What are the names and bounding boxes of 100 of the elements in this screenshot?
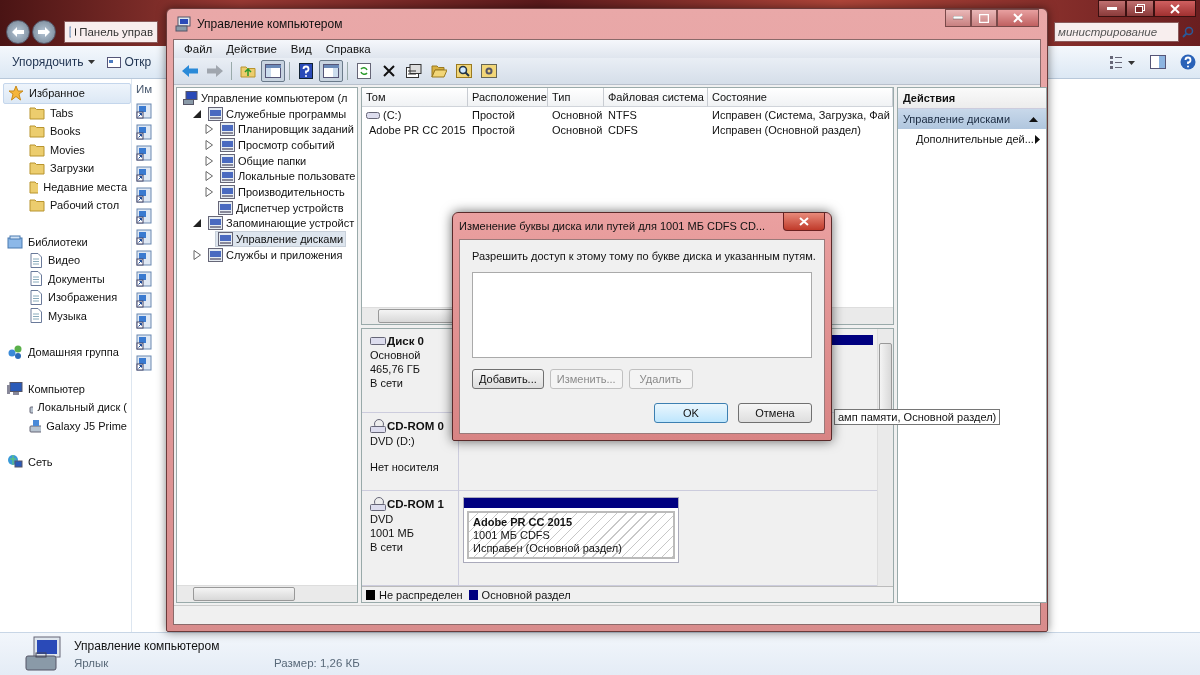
shortcut-icon[interactable] bbox=[136, 145, 152, 161]
nav-item[interactable]: Загрузки bbox=[3, 159, 131, 178]
action-item[interactable]: Дополнительные дей... bbox=[897, 129, 1046, 149]
tree-item[interactable]: Службы и приложения bbox=[205, 246, 346, 263]
open-button[interactable]: Откр bbox=[105, 51, 154, 73]
nav-item[interactable]: Books bbox=[3, 122, 131, 141]
column-header[interactable]: Файловая система bbox=[604, 88, 708, 107]
nav-item[interactable]: Недавние места bbox=[3, 177, 131, 196]
menu-item[interactable]: Действие bbox=[220, 42, 283, 56]
back-button[interactable] bbox=[6, 20, 30, 44]
tree-item[interactable]: Локальные пользовате bbox=[217, 168, 359, 185]
close-button[interactable] bbox=[997, 9, 1039, 27]
computer-icon bbox=[7, 381, 23, 396]
close-icon bbox=[1013, 13, 1023, 23]
organize-button[interactable]: Упорядочить bbox=[4, 51, 104, 73]
nav-item[interactable]: Музыка bbox=[3, 306, 131, 325]
shortcut-icon[interactable] bbox=[136, 166, 152, 182]
expander-icon[interactable] bbox=[192, 108, 202, 119]
column-header[interactable]: Расположение bbox=[468, 88, 548, 107]
shortcut-icon[interactable] bbox=[136, 187, 152, 203]
column-header[interactable]: Том bbox=[362, 88, 468, 107]
nav-group-item[interactable]: Компьютер bbox=[3, 379, 131, 398]
close-button[interactable] bbox=[783, 213, 825, 231]
nav-item[interactable]: Movies bbox=[3, 140, 131, 159]
toolbar-button[interactable] bbox=[261, 60, 285, 82]
shortcut-icon[interactable] bbox=[136, 271, 152, 287]
toolbar-button[interactable] bbox=[319, 60, 343, 82]
magnifier-icon bbox=[456, 64, 472, 78]
nav-item[interactable]: Локальный диск ( bbox=[3, 398, 131, 417]
details-size: Размер: 1,26 КБ bbox=[274, 657, 360, 669]
cd-drive-icon bbox=[370, 497, 386, 511]
nav-item[interactable]: Рабочий стол bbox=[3, 196, 131, 215]
tree-item[interactable]: Планировщик заданий bbox=[217, 121, 357, 138]
minimize-icon bbox=[1107, 6, 1117, 11]
ok-button[interactable]: OK bbox=[654, 403, 728, 423]
help-icon[interactable] bbox=[1180, 54, 1196, 70]
snap-in-icon bbox=[218, 232, 233, 247]
maximize-button[interactable] bbox=[971, 9, 997, 27]
shortcut-icon[interactable] bbox=[136, 103, 152, 119]
shortcut-icon[interactable] bbox=[136, 250, 152, 266]
cancel-button[interactable]: Отмена bbox=[738, 403, 812, 423]
nav-item[interactable]: Видео bbox=[3, 251, 131, 270]
nav-group-item[interactable]: Сеть bbox=[3, 453, 131, 472]
close-icon bbox=[1170, 3, 1180, 14]
shortcut-icon[interactable] bbox=[136, 124, 152, 140]
shortcut-icon[interactable] bbox=[136, 208, 152, 224]
console-icon bbox=[175, 16, 191, 32]
view-options-icon[interactable] bbox=[1110, 55, 1136, 69]
shortcut-icon[interactable] bbox=[136, 355, 152, 371]
nav-item[interactable]: Tabs bbox=[3, 103, 131, 122]
snap-in-icon bbox=[208, 216, 223, 231]
expander-icon[interactable] bbox=[192, 218, 202, 229]
partition-block[interactable]: Adobe PR CC 2015 1001 МБ CDFS Исправен (Основной раздел) bbox=[463, 497, 679, 563]
column-header[interactable]: Тип bbox=[548, 88, 604, 107]
snap-in-icon bbox=[208, 106, 223, 121]
horizontal-scrollbar[interactable] bbox=[177, 585, 357, 602]
restore-button[interactable] bbox=[1126, 0, 1154, 17]
tree-item[interactable]: Запоминающие устройст bbox=[205, 215, 358, 232]
shortcut-icon[interactable] bbox=[136, 313, 152, 329]
column-header[interactable]: Им bbox=[136, 83, 158, 99]
menu-item[interactable]: Вид bbox=[284, 42, 318, 56]
tree-item[interactable]: Управление дисками bbox=[215, 231, 347, 248]
network-icon bbox=[7, 454, 23, 471]
cd-drive-icon bbox=[370, 419, 386, 433]
address-bar[interactable]: Панель управ bbox=[64, 21, 158, 43]
column-header[interactable]: Состояние bbox=[708, 88, 893, 107]
address-path: Панель управ bbox=[79, 26, 153, 38]
tree-item[interactable]: Просмотр событий bbox=[217, 136, 338, 153]
forward-button[interactable] bbox=[32, 20, 56, 44]
menu-item[interactable]: Справка bbox=[319, 42, 377, 56]
disk-info: 1001 МБ bbox=[370, 527, 415, 539]
disk-info: DVD bbox=[370, 513, 395, 525]
library-icon bbox=[7, 234, 23, 249]
shortcut-icon[interactable] bbox=[136, 229, 152, 245]
close-button[interactable] bbox=[1154, 0, 1196, 17]
nav-item[interactable]: Изображения bbox=[3, 288, 131, 307]
nav-group-item[interactable]: Библиотеки bbox=[3, 232, 131, 251]
nav-group-item[interactable]: Избранное bbox=[3, 83, 131, 104]
forward-arrow-icon bbox=[38, 27, 50, 37]
minimize-button[interactable] bbox=[1098, 0, 1126, 17]
nav-item[interactable]: Документы bbox=[3, 269, 131, 288]
shortcut-icon[interactable] bbox=[136, 292, 152, 308]
minimize-icon bbox=[953, 16, 963, 20]
tree-item[interactable]: Общие папки bbox=[217, 152, 310, 169]
shortcut-icon[interactable] bbox=[136, 334, 152, 350]
folder-icon bbox=[29, 161, 45, 176]
disk-status: Нет носителя bbox=[370, 461, 440, 473]
preview-pane-icon[interactable] bbox=[1150, 55, 1166, 69]
actions-section-header[interactable]: Управление дисками bbox=[897, 109, 1046, 129]
nav-group-item[interactable]: Домашняя группа bbox=[3, 343, 131, 362]
search-field[interactable]: министрирование bbox=[1054, 22, 1179, 42]
window-icon bbox=[107, 56, 122, 68]
menu-item[interactable]: Файл bbox=[178, 42, 219, 56]
dialog-button[interactable]: Добавить... bbox=[472, 369, 544, 389]
snap-in-icon bbox=[220, 137, 235, 152]
tree-item[interactable]: Управление компьютером (л bbox=[180, 89, 351, 106]
tree-item[interactable]: Диспетчер устройств bbox=[215, 199, 347, 216]
nav-item[interactable]: Galaxy J5 Prime bbox=[3, 416, 131, 435]
tree-item[interactable]: Производительность bbox=[217, 183, 348, 200]
tree-item[interactable]: Служебные программы bbox=[205, 105, 350, 122]
